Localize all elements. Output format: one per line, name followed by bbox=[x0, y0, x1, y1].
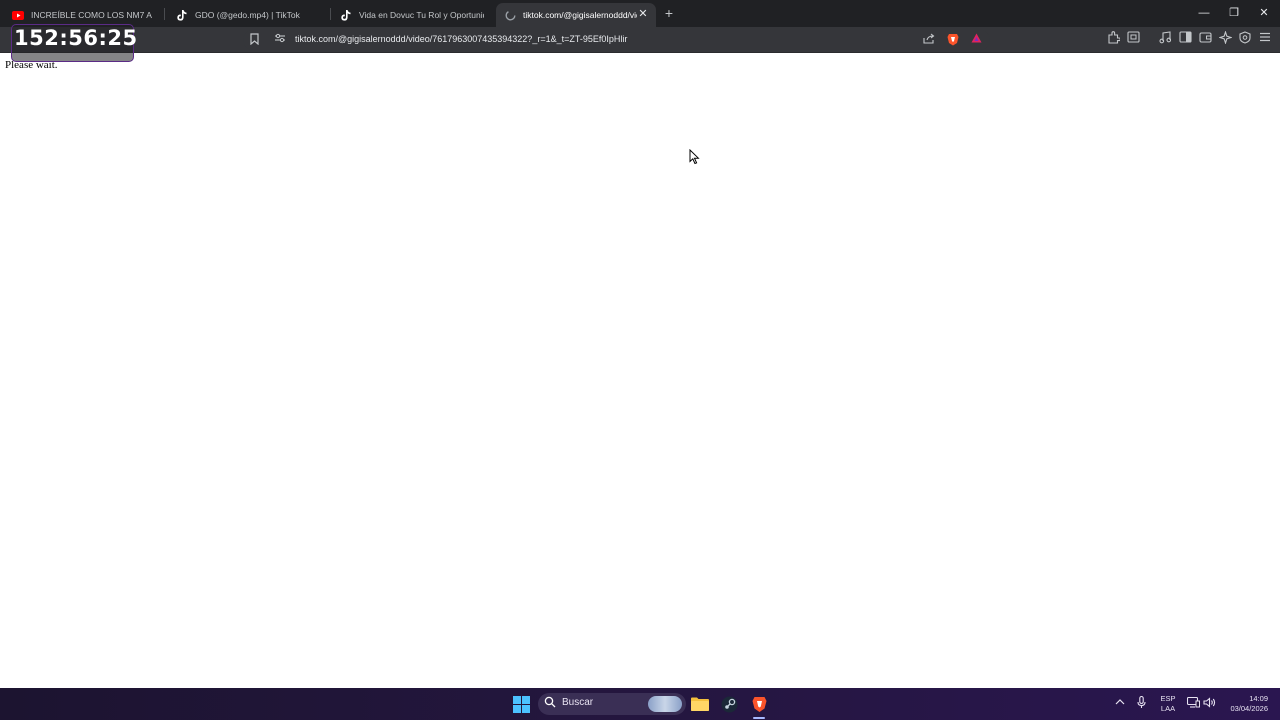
steam-icon bbox=[721, 696, 737, 712]
brave-shields-icon[interactable] bbox=[946, 33, 960, 47]
page-content: Please wait. bbox=[0, 54, 1280, 688]
bookmark-icon[interactable] bbox=[247, 33, 261, 47]
tab-separator bbox=[164, 8, 165, 20]
tab-strip: INCREÍBLE COMO LOS NM7 ABATE A GDO (@ged… bbox=[0, 0, 1280, 27]
tab-separator bbox=[330, 8, 331, 20]
wallet-icon[interactable] bbox=[1197, 31, 1213, 47]
address-bar[interactable]: tiktok.com/@gigisalernoddd/video/7617963… bbox=[243, 30, 990, 50]
show-hidden-icons[interactable] bbox=[1115, 697, 1125, 707]
tab-title: INCREÍBLE COMO LOS NM7 ABATE A bbox=[31, 10, 152, 20]
system-clock[interactable]: 14:09 03/04/2026 bbox=[1222, 694, 1268, 714]
url-text[interactable]: tiktok.com/@gigisalernoddd/video/7617963… bbox=[295, 34, 627, 44]
active-app-indicator bbox=[753, 717, 765, 719]
steam-button[interactable] bbox=[717, 692, 741, 716]
leo-ai-icon[interactable] bbox=[1217, 30, 1233, 47]
network-icon[interactable] bbox=[1186, 696, 1200, 710]
tab-tiktok-vida[interactable]: Vida en Dovuc Tu Rol y Oportunidad bbox=[332, 3, 492, 27]
media-controls-icon[interactable] bbox=[1157, 31, 1173, 47]
tab-tiktok-active[interactable]: tiktok.com/@gigisalernoddd/vid ✕ bbox=[496, 3, 656, 27]
search-label: Buscar bbox=[562, 697, 594, 708]
extensions-icon[interactable] bbox=[1105, 31, 1121, 47]
share-icon[interactable] bbox=[922, 33, 936, 47]
screenshot-icon[interactable] bbox=[1125, 31, 1141, 47]
file-explorer-button[interactable] bbox=[688, 692, 712, 716]
brave-taskbar-button[interactable] bbox=[747, 692, 771, 716]
folder-icon bbox=[691, 697, 709, 711]
tab-title: GDO (@gedo.mp4) | TikTok bbox=[195, 10, 300, 20]
loading-icon bbox=[504, 9, 516, 21]
brave-icon bbox=[752, 696, 766, 712]
taskbar-search[interactable]: Buscar bbox=[538, 693, 686, 715]
tiktok-icon bbox=[176, 9, 188, 21]
menu-icon[interactable] bbox=[1257, 31, 1273, 47]
youtube-icon bbox=[12, 9, 24, 21]
tiktok-icon bbox=[340, 9, 352, 21]
tab-title: tiktok.com/@gigisalernoddd/vid bbox=[523, 10, 637, 20]
new-tab-button[interactable]: + bbox=[661, 5, 677, 21]
tab-tiktok-gedo[interactable]: GDO (@gedo.mp4) | TikTok bbox=[168, 3, 324, 27]
timer-value: 152:56:25 bbox=[14, 26, 138, 50]
clock-date: 03/04/2026 bbox=[1230, 704, 1268, 713]
start-button[interactable] bbox=[509, 692, 533, 716]
minimize-button[interactable]: — bbox=[1189, 3, 1219, 23]
timer-overlay: 152:56:25 bbox=[11, 24, 137, 62]
site-settings-icon[interactable] bbox=[273, 33, 287, 47]
brave-rewards-icon[interactable] bbox=[969, 33, 983, 47]
vpn-icon[interactable] bbox=[1237, 31, 1253, 47]
sidebar-icon[interactable] bbox=[1177, 31, 1193, 47]
close-window-button[interactable]: ✕ bbox=[1249, 3, 1279, 23]
windows-taskbar: Buscar ESP LAA 14:09 03/04/2026 bbox=[0, 688, 1280, 720]
volume-icon[interactable] bbox=[1203, 697, 1216, 710]
windows-logo-icon bbox=[512, 695, 530, 713]
maximize-button[interactable]: ❐ bbox=[1219, 3, 1249, 23]
input-language[interactable]: ESP LAA bbox=[1159, 694, 1177, 714]
browser-toolbar: tiktok.com/@gigisalernoddd/video/7617963… bbox=[0, 27, 1280, 53]
clock-time: 14:09 bbox=[1249, 694, 1268, 703]
search-highlight-image bbox=[648, 696, 682, 712]
keyboard-layout: LAA bbox=[1160, 704, 1176, 713]
close-tab-icon[interactable]: ✕ bbox=[636, 7, 650, 21]
mouse-cursor-icon bbox=[689, 149, 700, 165]
search-icon bbox=[544, 696, 558, 710]
language-code: ESP bbox=[1160, 694, 1176, 703]
microphone-icon[interactable] bbox=[1137, 695, 1146, 711]
tab-title: Vida en Dovuc Tu Rol y Oportunidad bbox=[359, 10, 484, 20]
